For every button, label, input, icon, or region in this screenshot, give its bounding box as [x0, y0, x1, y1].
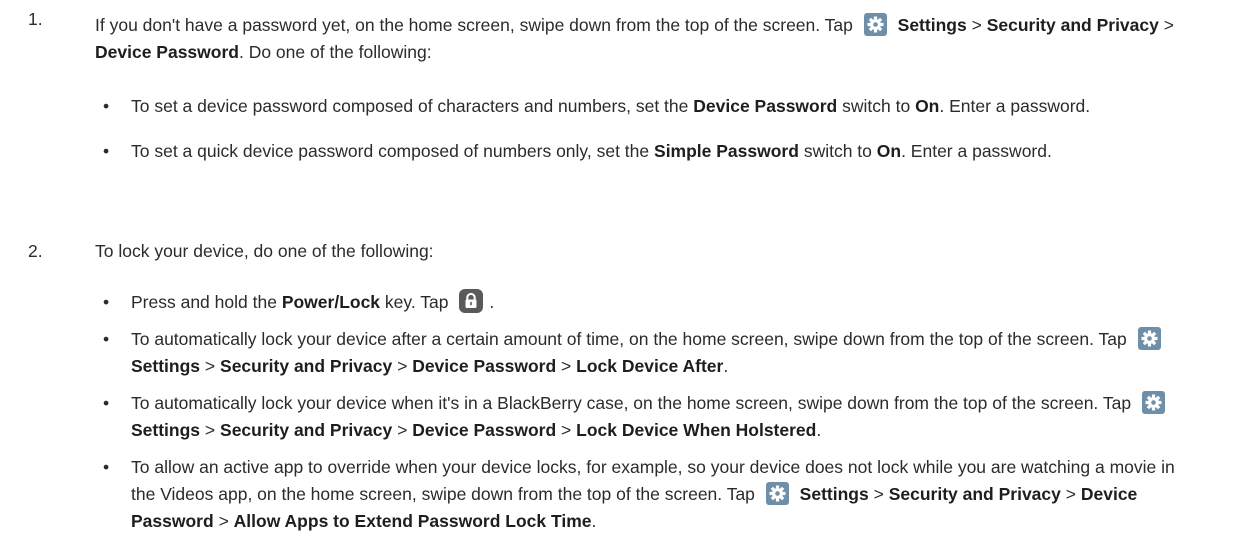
device-password-label: Device Password — [693, 96, 838, 116]
on-label: On — [915, 96, 940, 116]
bullet-text: To automatically lock your device after … — [131, 329, 1127, 349]
device-password-label: Device Password — [412, 420, 557, 440]
lock-icon — [459, 289, 484, 313]
bullet-dot: • — [103, 393, 110, 413]
separator: > — [971, 15, 982, 35]
bullet-dot: • — [103, 141, 110, 161]
settings-label: Settings — [897, 15, 967, 35]
bullet-dot: • — [103, 292, 110, 312]
step-1-bullets: • To set a device password composed of c… — [95, 93, 1230, 165]
device-password-label: Device Password — [412, 356, 557, 376]
simple-password-label: Simple Password — [654, 141, 799, 161]
separator: > — [873, 484, 884, 504]
bullet-text: . Enter a password. — [939, 96, 1091, 116]
instruction-text: If you don't have a password yet, on the… — [95, 15, 853, 35]
bullet-item: • To set a quick device password compose… — [95, 138, 1230, 165]
bullet-item: • To allow an active app to override whe… — [95, 454, 1230, 535]
bullet-text: . Enter a password. — [901, 141, 1052, 161]
on-label: On — [876, 141, 902, 161]
bullet-item: • To set a device password composed of c… — [95, 93, 1230, 120]
bullet-text: Press and hold the — [131, 292, 277, 312]
separator: > — [1163, 15, 1174, 35]
security-privacy-label: Security and Privacy — [220, 356, 393, 376]
separator: > — [561, 420, 572, 440]
gear-icon — [863, 13, 887, 36]
separator: > — [204, 420, 216, 440]
bullet-text: To set a device password composed of cha… — [131, 96, 689, 116]
settings-label: Settings — [131, 420, 201, 440]
bullet-text: To automatically lock your device when i… — [131, 393, 1132, 413]
separator: > — [561, 356, 572, 376]
lock-device-when-holstered-label: Lock Device When Holstered — [576, 420, 817, 440]
bullet-text: To set a quick device password composed … — [131, 141, 650, 161]
step-2-bullets: • Press and hold the Power/Lock key. Tap… — [95, 289, 1230, 535]
step-text: To lock your device, do one of the follo… — [95, 241, 434, 261]
step-number: 2. — [28, 241, 43, 261]
gear-icon — [765, 482, 789, 505]
bullet-dot: • — [103, 457, 110, 477]
instruction-text: . Do one of the following: — [238, 42, 432, 62]
security-privacy-label: Security and Privacy — [986, 15, 1159, 35]
allow-apps-extend-lock-label: Allow Apps to Extend Password Lock Time — [233, 511, 592, 531]
power-lock-label: Power/Lock — [281, 292, 381, 312]
separator: > — [1065, 484, 1076, 504]
bullet-dot: • — [103, 96, 110, 116]
device-password-label: Device Password — [95, 42, 239, 62]
settings-label: Settings — [131, 356, 201, 376]
bullet-text: . — [816, 420, 822, 440]
security-privacy-label: Security and Privacy — [888, 484, 1061, 504]
separator: > — [397, 420, 408, 440]
bullet-text: . — [489, 292, 495, 312]
bullet-dot: • — [103, 329, 110, 349]
step-1: 1. If you don't have a password yet, on … — [0, 9, 1260, 66]
bullet-item: • Press and hold the Power/Lock key. Tap… — [95, 289, 1230, 316]
security-privacy-label: Security and Privacy — [220, 420, 393, 440]
gear-icon — [1141, 391, 1165, 414]
separator: > — [218, 511, 229, 531]
bullet-item: • To automatically lock your device when… — [95, 390, 1230, 444]
bullet-text: . — [723, 356, 729, 376]
bullet-text: switch to — [803, 141, 872, 161]
bullet-text: . — [591, 511, 597, 531]
gear-icon — [1137, 327, 1161, 350]
step-text: If you don't have a password yet, on the… — [95, 12, 1230, 66]
settings-label: Settings — [799, 484, 869, 504]
step-number: 1. — [28, 9, 43, 29]
lock-device-after-label: Lock Device After — [576, 356, 724, 376]
separator: > — [204, 356, 216, 376]
bullet-text: switch to — [842, 96, 911, 116]
separator: > — [397, 356, 408, 376]
bullet-text: key. Tap — [384, 292, 449, 312]
bullet-item: • To automatically lock your device afte… — [95, 326, 1230, 380]
